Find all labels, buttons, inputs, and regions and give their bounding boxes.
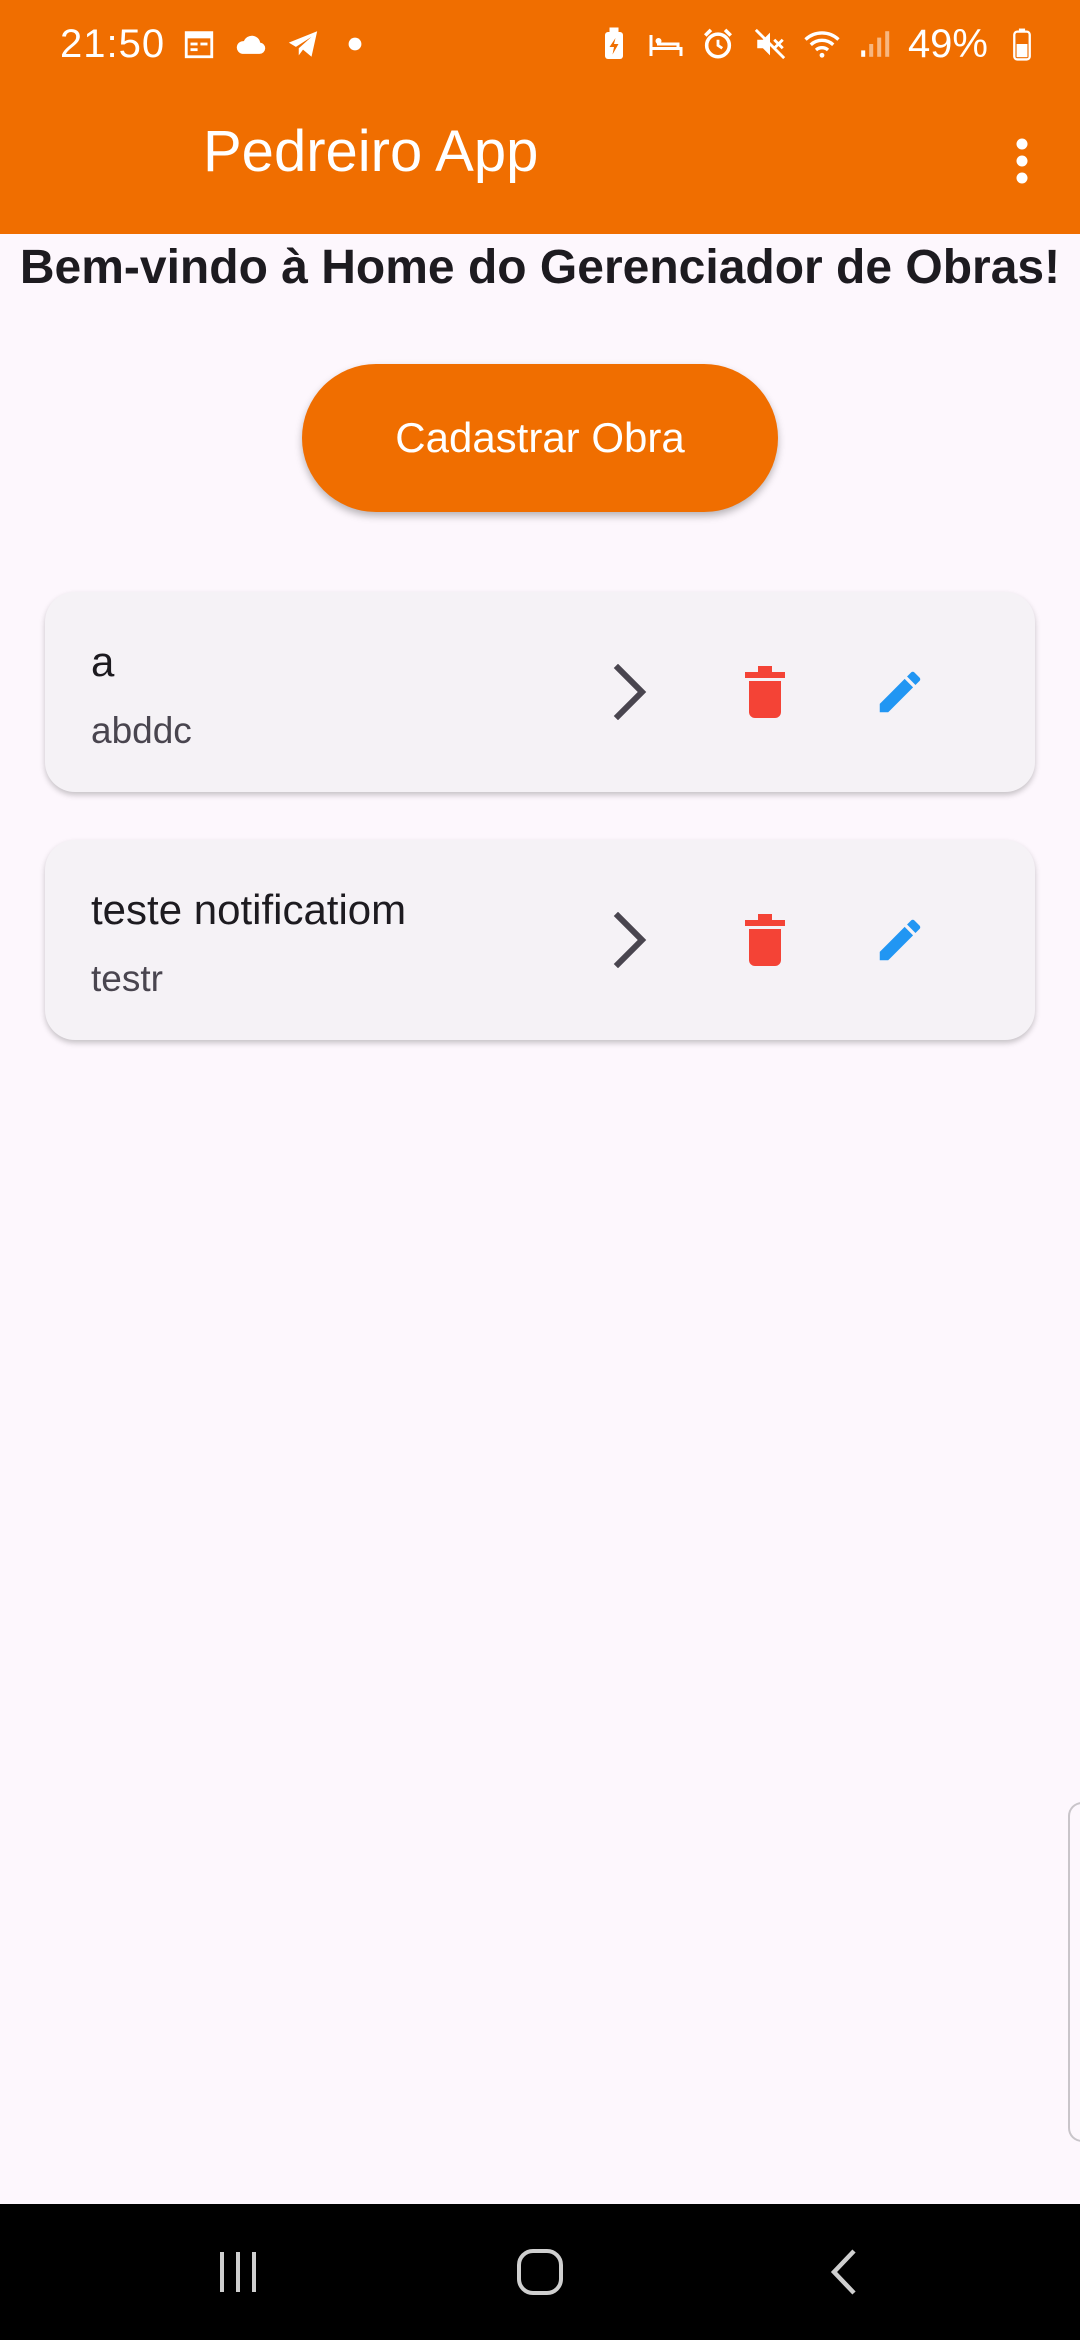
obra-card[interactable]: a abddc	[45, 592, 1035, 792]
welcome-heading: Bem-vindo à Home do Gerenciador de Obras…	[19, 241, 1061, 294]
back-icon	[830, 2249, 856, 2295]
trash-icon	[745, 666, 785, 718]
status-left: 21:50	[60, 22, 373, 67]
telegram-icon	[285, 26, 321, 62]
chevron-right-icon	[613, 664, 647, 720]
edit-obra-button[interactable]	[850, 642, 950, 742]
status-time: 21:50	[60, 21, 166, 66]
dot-icon	[337, 26, 373, 62]
mute-icon	[752, 26, 788, 62]
back-button[interactable]	[804, 2232, 884, 2312]
home-icon	[517, 2249, 563, 2295]
cadastrar-obra-button[interactable]: Cadastrar Obra	[302, 364, 778, 512]
sleep-icon	[648, 26, 684, 62]
app-title: Pedreiro App	[203, 119, 539, 184]
pencil-icon	[879, 671, 921, 713]
battery-saver-icon	[596, 26, 632, 62]
trash-icon	[745, 914, 785, 966]
system-nav-bar	[0, 2204, 1080, 2340]
delete-obra-button[interactable]	[715, 642, 815, 742]
battery-percent: 49%	[907, 21, 988, 66]
delete-obra-button[interactable]	[715, 890, 815, 990]
recents-button[interactable]	[198, 2232, 278, 2312]
wifi-icon	[804, 26, 840, 62]
home-button[interactable]	[500, 2232, 580, 2312]
edit-obra-button[interactable]	[850, 890, 950, 990]
alarm-icon	[700, 26, 736, 62]
cloud-icon	[233, 26, 269, 62]
status-right: 49%	[596, 22, 1040, 67]
pencil-icon	[879, 919, 921, 961]
obra-subtitle: testr	[91, 958, 163, 999]
edge-panel-handle[interactable]	[1068, 1802, 1080, 2142]
open-obra-button[interactable]	[580, 642, 680, 742]
obra-subtitle: abddc	[91, 710, 192, 751]
signal-icon	[856, 26, 892, 62]
cadastrar-obra-label: Cadastrar Obra	[395, 414, 685, 461]
status-bar: 21:50 49%	[0, 0, 1080, 88]
recents-icon	[220, 2252, 256, 2292]
chevron-right-icon	[613, 912, 647, 968]
obra-card[interactable]: teste notificatiom testr	[45, 840, 1035, 1040]
obra-title: a	[91, 638, 115, 685]
more-vert-icon	[1016, 138, 1028, 184]
obra-title: teste notificatiom	[91, 886, 407, 933]
more-options-button[interactable]	[982, 121, 1062, 201]
calendar-icon	[181, 26, 217, 62]
open-obra-button[interactable]	[580, 890, 680, 990]
app-bar: Pedreiro App	[0, 88, 1080, 234]
battery-icon	[1004, 26, 1040, 62]
